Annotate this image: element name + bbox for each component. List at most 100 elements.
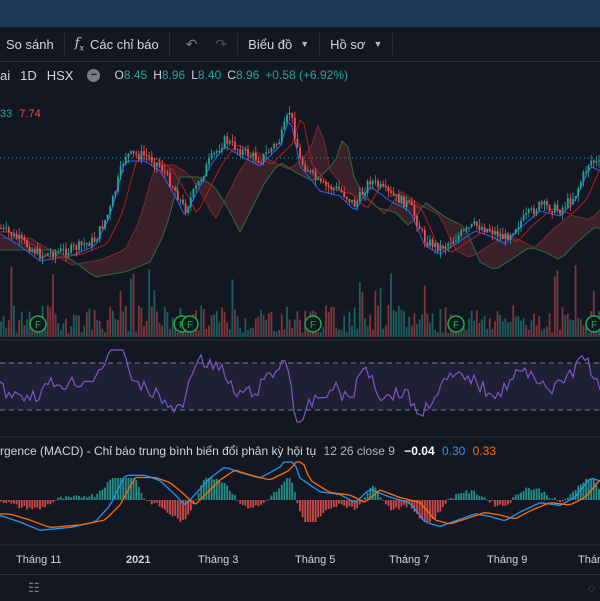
macd-histogram-bar xyxy=(535,488,538,500)
macd-histogram-bar xyxy=(130,478,132,500)
candle-body xyxy=(553,204,556,213)
volume-bar xyxy=(291,327,294,337)
volume-bar xyxy=(197,330,200,337)
candle-body xyxy=(405,200,408,207)
price-chart[interactable]: FFFFFF xyxy=(0,0,600,600)
volume-bar xyxy=(72,314,75,337)
macd-histogram-bar xyxy=(553,497,556,500)
macd-histogram-bar xyxy=(395,500,398,508)
candle-body xyxy=(231,141,234,142)
volume-bar xyxy=(579,319,582,337)
macd-histogram-bar xyxy=(249,500,252,508)
candle-body xyxy=(317,178,320,180)
macd-histogram-bar xyxy=(96,493,99,500)
macd-histogram-bar xyxy=(208,478,210,500)
candle-body xyxy=(176,190,179,201)
volume-bar xyxy=(10,266,13,337)
candle-body xyxy=(382,183,385,186)
macd-histogram-bar xyxy=(304,500,307,522)
macd-histogram-bar xyxy=(140,492,143,500)
candle-body xyxy=(192,189,195,198)
macd-histogram-bar xyxy=(444,500,447,505)
macd-histogram-bar xyxy=(260,500,262,505)
macd-histogram-bar xyxy=(163,500,166,510)
macd-histogram-bar xyxy=(306,500,309,522)
candle-body xyxy=(488,228,491,232)
volume-bar xyxy=(236,316,239,337)
macd-line-value: 0.30 xyxy=(441,444,466,458)
volume-bar xyxy=(226,322,229,337)
macd-histogram-bar xyxy=(91,493,93,500)
candle-body xyxy=(145,155,148,156)
candle-body xyxy=(538,201,541,211)
volume-bar xyxy=(247,330,249,337)
volume-bar xyxy=(109,306,112,337)
macd-histogram-bar xyxy=(62,498,65,500)
macd-histogram-bar xyxy=(143,498,145,500)
candle-body xyxy=(546,201,548,206)
macd-histogram-bar xyxy=(101,489,104,500)
volume-bar xyxy=(135,331,138,337)
volume-bar xyxy=(418,319,421,337)
macd-histogram-bar xyxy=(309,500,312,522)
candle-body xyxy=(57,251,60,253)
macd-histogram-bar xyxy=(475,494,478,500)
volume-bar xyxy=(249,327,252,337)
candle-body xyxy=(348,199,351,202)
calendar-icon[interactable]: ☷ xyxy=(28,580,40,596)
candle-body xyxy=(153,162,156,167)
volume-bar xyxy=(59,330,62,337)
volume-bar xyxy=(231,279,234,337)
candle-body xyxy=(410,200,413,206)
volume-bar xyxy=(322,326,325,337)
candle-body xyxy=(470,224,473,228)
volume-bar xyxy=(5,328,8,337)
volume-bar xyxy=(403,311,405,337)
volume-bar xyxy=(392,310,395,337)
macd-histogram-bar xyxy=(538,488,541,500)
candle-body xyxy=(387,186,390,192)
candle-body xyxy=(169,172,171,187)
volume-bar xyxy=(161,325,164,337)
macd-histogram-bar xyxy=(213,479,216,500)
candle-body xyxy=(46,253,49,256)
volume-bar xyxy=(254,318,257,337)
macd-histogram-bar xyxy=(470,490,473,500)
candle-body xyxy=(195,185,197,189)
volume-bar xyxy=(262,314,265,337)
candle-body xyxy=(522,214,525,221)
volume-bar xyxy=(127,331,130,337)
candle-body xyxy=(530,208,533,210)
candle-body xyxy=(356,201,359,207)
macd-histogram-bar xyxy=(296,500,299,504)
macd-histogram-bar xyxy=(504,500,507,506)
candle-body xyxy=(161,165,164,172)
macd-histogram-bar xyxy=(267,499,270,501)
candle-body xyxy=(418,225,421,229)
macd-signal-value: 0.33 xyxy=(472,444,497,458)
candle-body xyxy=(93,237,96,242)
time-axis[interactable]: Tháng 11 2021 Tháng 3 Tháng 5 Tháng 7 Th… xyxy=(0,552,600,568)
candle-body xyxy=(210,153,213,159)
macd-histogram-bar xyxy=(364,497,366,500)
macd-histogram-bar xyxy=(561,500,564,502)
candle-body xyxy=(343,191,346,197)
candle-body xyxy=(442,245,444,249)
volume-bar xyxy=(215,311,218,337)
candle-body xyxy=(234,141,236,150)
candle-body xyxy=(13,233,15,237)
volume-bar xyxy=(470,310,473,337)
macd-histogram-bar xyxy=(564,499,567,500)
settings-icon[interactable]: ◌ xyxy=(588,581,595,595)
volume-bar xyxy=(85,312,88,337)
candle-body xyxy=(465,227,468,230)
macd-histogram-bar xyxy=(390,500,392,511)
volume-bar xyxy=(496,311,499,337)
macd-histogram-bar xyxy=(579,484,582,500)
volume-bar xyxy=(23,324,26,337)
volume-bar xyxy=(366,326,369,337)
volume-bar xyxy=(546,326,548,337)
volume-bar xyxy=(509,322,512,337)
volume-bar xyxy=(364,318,366,337)
candle-body xyxy=(124,157,127,164)
